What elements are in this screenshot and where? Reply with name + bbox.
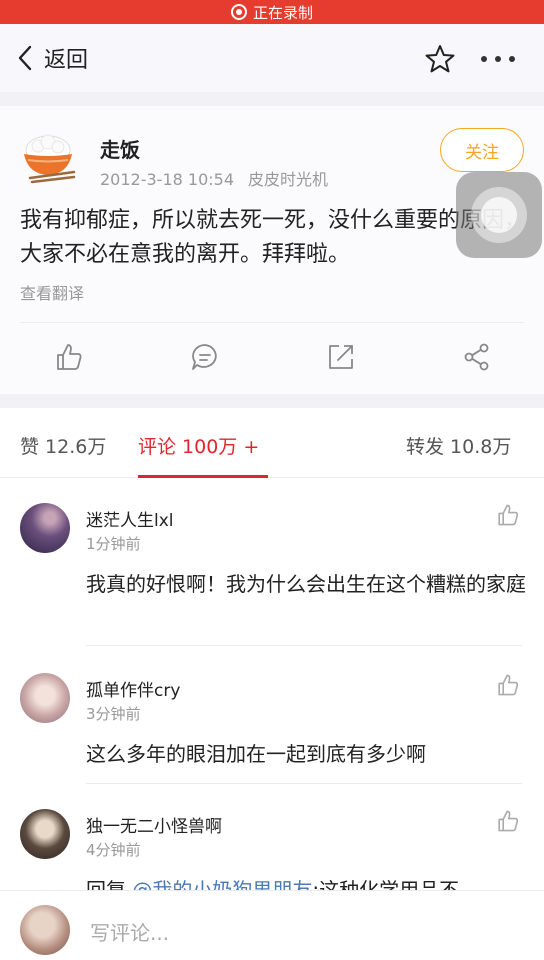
tab-comments[interactable]: 评论 100万 + — [138, 432, 259, 459]
avatar[interactable] — [20, 673, 70, 723]
comment-time: 3分钟前 — [86, 705, 141, 723]
commenter-name[interactable]: 孤单作伴cry — [86, 676, 180, 701]
post-meta: 2012-3-18 10:54 皮皮时光机 — [100, 166, 328, 190]
comment-time: 1分钟前 — [86, 535, 141, 553]
floating-assistive-button[interactable] — [456, 172, 542, 258]
comment-text: 这么多年的眼泪加在一起到底有多少啊 — [86, 742, 426, 766]
post-date: 2012-3-18 10:54 — [100, 170, 234, 189]
comment-text: 我真的好恨啊！我为什么会出生在这个糟糕的家庭 — [86, 572, 526, 596]
comment-text: 回复 @我的小奶狗男朋友:这种化学用品不 — [86, 873, 526, 891]
share-icon[interactable] — [462, 342, 492, 372]
more-options-icon[interactable] — [478, 44, 518, 74]
divider — [20, 322, 524, 323]
post-source: 皮皮时光机 — [248, 170, 329, 189]
view-translation-link[interactable]: 查看翻译 — [20, 280, 84, 304]
repost-icon[interactable] — [326, 342, 356, 372]
record-icon — [230, 4, 247, 20]
tab-likes[interactable]: 赞 12.6万 — [20, 432, 106, 459]
follow-button[interactable]: 关注 — [440, 128, 524, 172]
post-text: 我有抑郁症，所以就去死一死，没什么重要的原因，大家不必在意我的离开。拜拜啦。 — [20, 208, 527, 267]
recording-status-bar: 正在录制 — [0, 0, 544, 24]
comment-time: 4分钟前 — [86, 841, 141, 859]
comment-input[interactable]: 写评论... — [90, 917, 169, 946]
navigation-bar: 返回 — [0, 24, 544, 92]
back-label: 返回 — [44, 48, 89, 73]
back-button[interactable]: 返回 — [18, 42, 88, 74]
like-thumb-icon[interactable] — [496, 503, 520, 527]
chevron-left-icon — [18, 45, 32, 71]
author-name[interactable]: 走饭 — [100, 134, 140, 163]
section-gap — [0, 394, 544, 408]
avatar[interactable] — [20, 503, 70, 553]
like-thumb-icon[interactable] — [54, 342, 84, 372]
avatar[interactable] — [20, 905, 70, 955]
active-tab-indicator — [138, 475, 268, 478]
commenter-name[interactable]: 迷茫人生lxl — [86, 506, 174, 531]
like-thumb-icon[interactable] — [496, 809, 520, 833]
commenter-name[interactable]: 独一无二小怪兽啊 — [86, 812, 222, 837]
comment-compose-bar: 写评论... — [0, 890, 544, 960]
comment-list: 迷茫人生lxl 1分钟前 我真的好恨啊！我为什么会出生在这个糟糕的家庭 孤单作伴… — [0, 479, 544, 891]
divider — [86, 645, 522, 646]
tab-reposts[interactable]: 转发 10.8万 — [406, 432, 511, 459]
comment-bubble-icon[interactable] — [190, 342, 220, 372]
recording-label: 正在录制 — [252, 3, 313, 22]
section-gap — [0, 92, 544, 106]
favorite-star-icon[interactable] — [424, 44, 456, 74]
divider — [86, 783, 522, 784]
like-thumb-icon[interactable] — [496, 673, 520, 697]
author-avatar-rice-bowl-icon[interactable] — [20, 128, 76, 184]
avatar[interactable] — [20, 809, 70, 859]
post-stats-tabs: 赞 12.6万 评论 100万 + 转发 10.8万 — [0, 408, 544, 478]
